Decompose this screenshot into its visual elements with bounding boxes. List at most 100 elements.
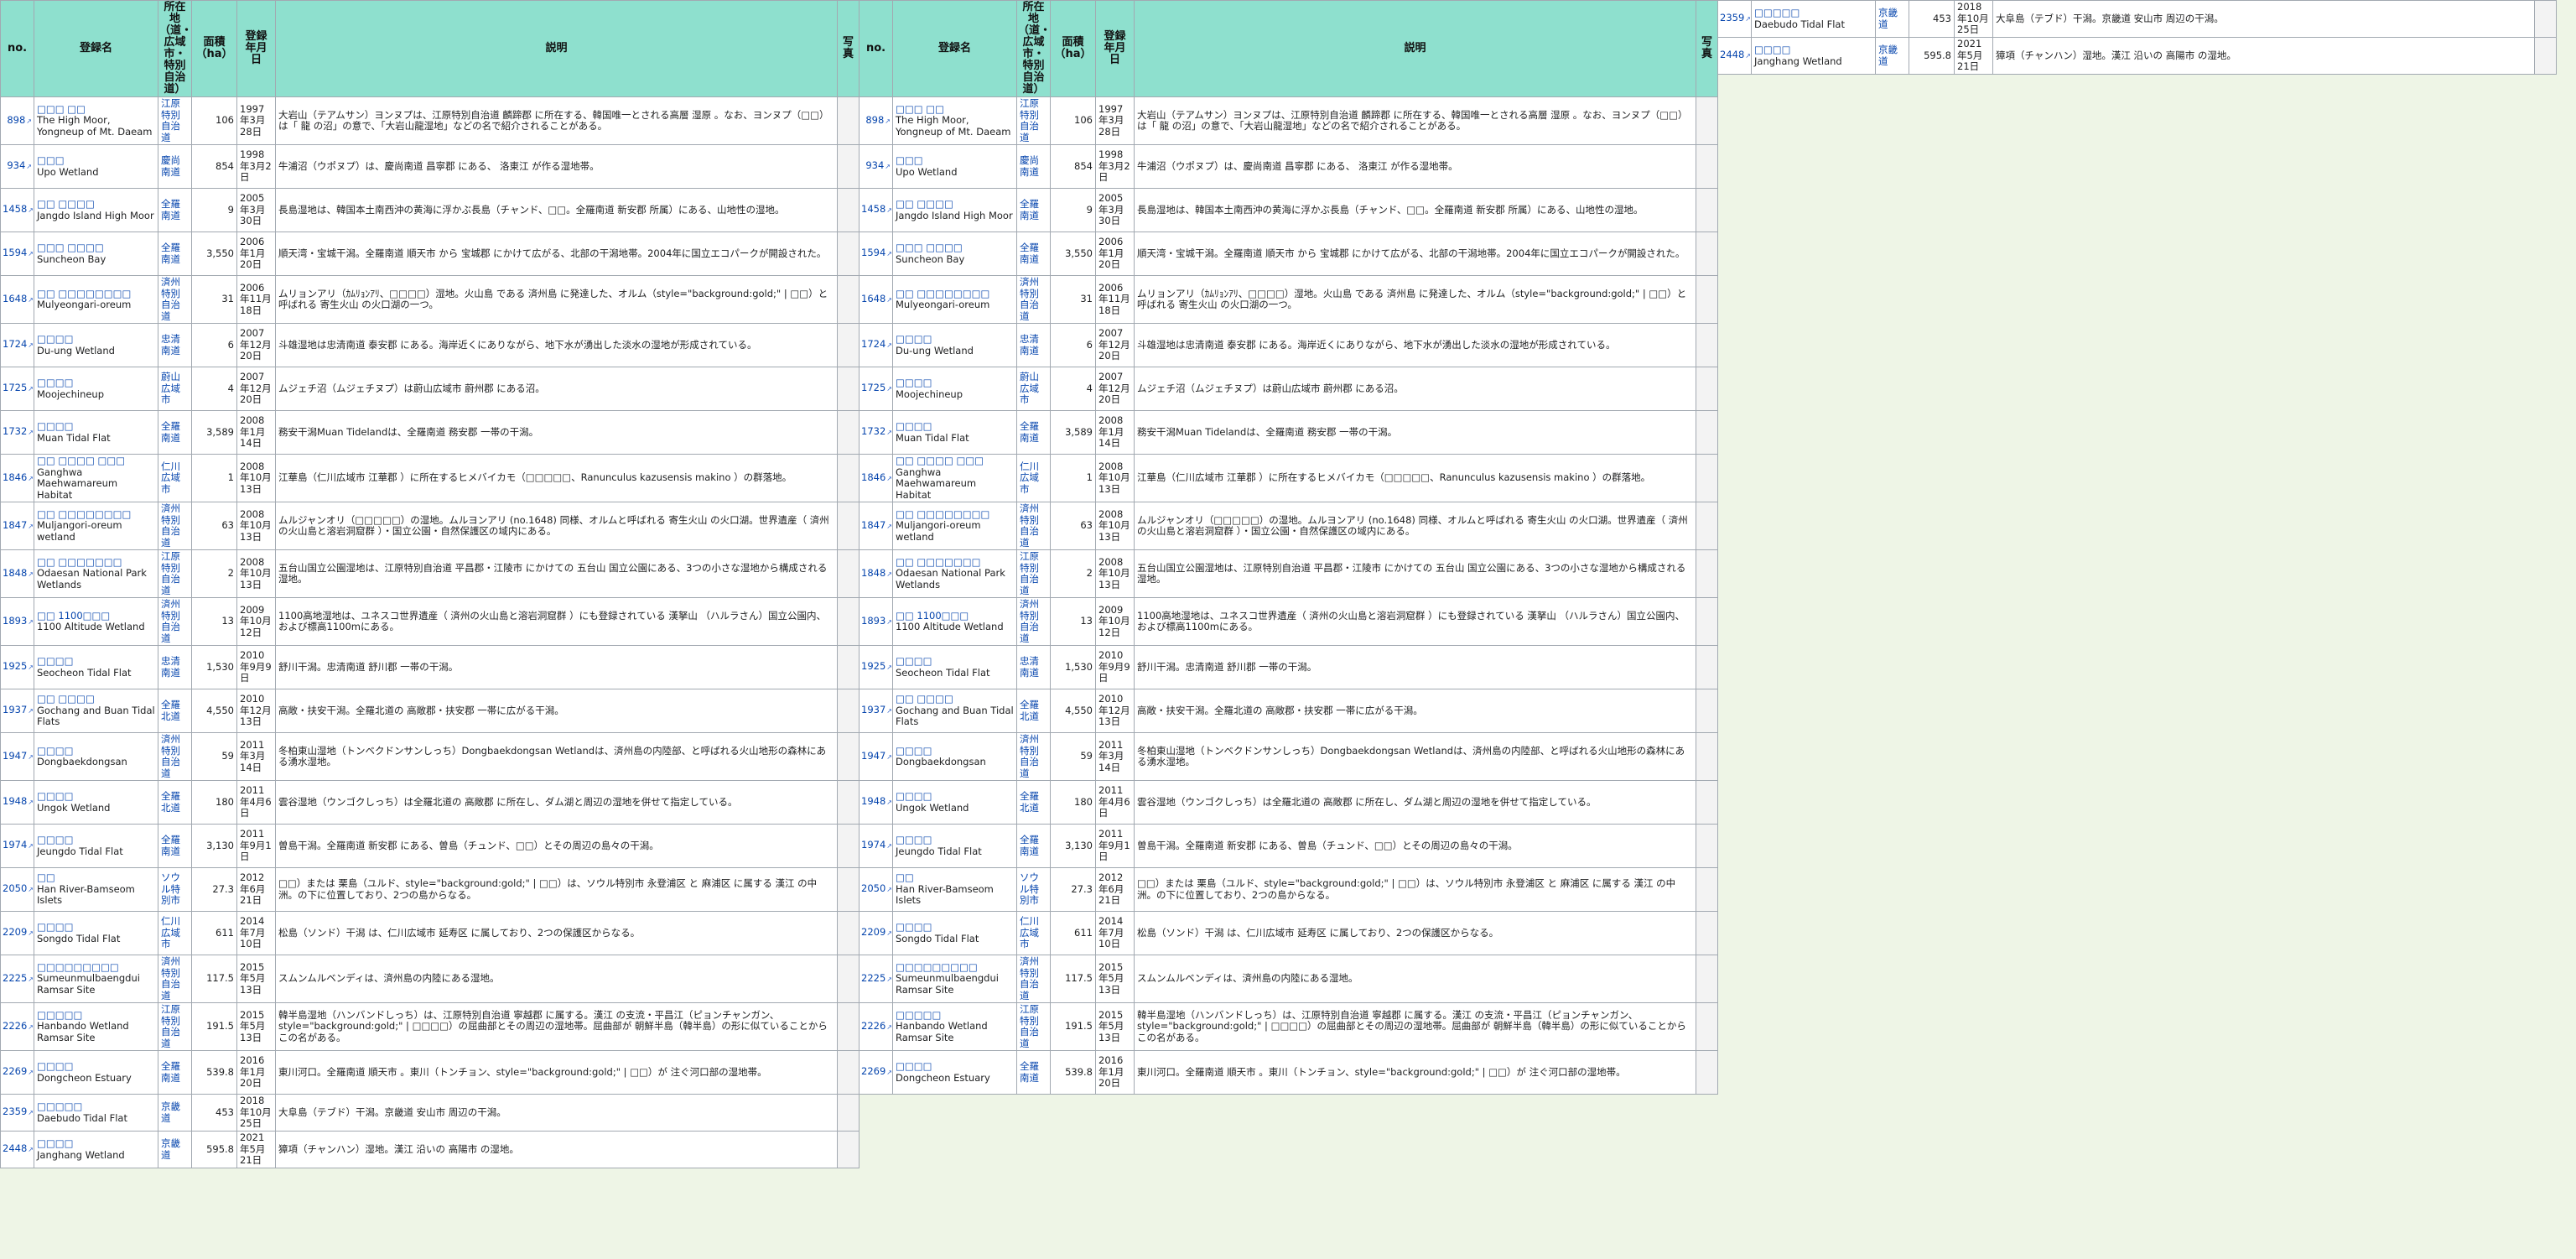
korean-name-link[interactable]: □□ □□□□ [37,694,155,705]
ramsar-site-link[interactable]: 1594 [3,247,34,258]
location-link[interactable]: 全羅南道 [161,242,180,265]
location-link[interactable]: 蔚山広域市 [1020,371,1039,406]
korean-name-link[interactable]: □□□□□ [1754,7,1872,19]
col-date-header[interactable]: 登録 年月日 [236,0,276,97]
korean-name-link[interactable]: □□ □□□□ [896,694,1014,705]
ramsar-site-link[interactable]: 2209 [3,926,34,938]
korean-name-link[interactable]: □□ □□□□□□□□ [37,288,155,300]
location-link[interactable]: 江原特別自治道 [161,98,180,143]
location-link[interactable]: 済州特別自治道 [1020,956,1039,1001]
col-location-header[interactable]: 所在地（道・ 広域 市・ 特別 自治 道） [158,0,192,97]
ramsar-site-link[interactable]: 898 [7,114,32,126]
korean-name-link[interactable]: □□ 1100□□□ [896,610,1014,622]
korean-name-link[interactable]: □□□□ [896,377,1014,389]
ramsar-site-link[interactable]: 1974 [861,839,892,851]
ramsar-site-link[interactable]: 934 [865,159,891,171]
col-no-header[interactable]: no. [859,0,893,97]
ramsar-site-link[interactable]: 1937 [861,704,892,715]
korean-name-link[interactable]: □□□ [896,154,1014,167]
location-link[interactable]: 全羅南道 [1020,420,1039,444]
location-link[interactable]: 忠清南道 [1020,655,1039,679]
korean-name-link[interactable]: □□ □□□□ [37,198,155,211]
col-no-header[interactable]: no. [0,0,34,97]
ramsar-site-link[interactable]: 1893 [3,615,34,627]
korean-name-link[interactable]: □□□□ [37,377,155,389]
ramsar-site-link[interactable]: 1648 [3,293,34,304]
location-link[interactable]: 仁川広域市 [1020,915,1039,950]
ramsar-site-link[interactable]: 1937 [3,704,34,715]
ramsar-site-link[interactable]: 1724 [861,338,892,350]
korean-name-link[interactable]: □□□□□□□□□ [37,961,155,974]
location-link[interactable]: 京畿道 [161,1137,180,1161]
ramsar-site-link[interactable]: 1648 [861,293,892,304]
korean-name-link[interactable]: □□ □□□□□□□□ [37,508,155,521]
location-link[interactable]: 仁川広域市 [1020,460,1039,495]
location-link[interactable]: 済州特別自治道 [161,599,180,644]
ramsar-site-link[interactable]: 2226 [3,1020,34,1032]
korean-name-link[interactable]: □□□□□ [37,1009,155,1022]
korean-name-link[interactable]: □□□□ [37,333,155,346]
ramsar-site-link[interactable]: 1847 [3,519,34,531]
location-link[interactable]: 全羅南道 [161,198,180,221]
ramsar-site-link[interactable]: 1893 [861,615,892,627]
korean-name-link[interactable]: □□□□ [896,745,1014,757]
location-link[interactable]: 済州特別自治道 [1020,277,1039,322]
location-link[interactable]: 仁川広域市 [161,460,180,495]
col-area-header[interactable]: 面積 （ha） [191,0,237,97]
ramsar-site-link[interactable]: 1846 [861,471,892,483]
location-link[interactable]: 済州特別自治道 [161,503,180,549]
korean-name-link[interactable]: □□□ □□□□ [37,242,155,254]
korean-name-link[interactable]: □□□□ [37,655,155,668]
location-link[interactable]: 済州特別自治道 [1020,503,1039,549]
korean-name-link[interactable]: □□ [37,872,155,884]
ramsar-site-link[interactable]: 1947 [861,750,892,762]
location-link[interactable]: 京畿道 [1878,44,1898,67]
location-link[interactable]: 全羅南道 [1020,198,1039,221]
korean-name-link[interactable]: □□□□ [896,333,1014,346]
location-link[interactable]: 全羅北道 [1020,699,1039,722]
location-link[interactable]: 蔚山広域市 [161,371,180,406]
location-link[interactable]: 忠清南道 [1020,333,1039,356]
ramsar-site-link[interactable]: 2050 [861,882,892,894]
korean-name-link[interactable]: □□□□ [37,834,155,846]
korean-name-link[interactable]: □□□□ [896,1060,1014,1073]
ramsar-site-link[interactable]: 2269 [3,1065,34,1077]
location-link[interactable]: 京畿道 [161,1100,180,1124]
location-link[interactable]: 全羅南道 [161,1060,180,1084]
ramsar-site-link[interactable]: 1925 [861,660,892,672]
ramsar-site-link[interactable]: 1848 [861,567,892,579]
location-link[interactable]: 仁川広域市 [161,915,180,950]
korean-name-link[interactable]: □□□□ [896,655,1014,668]
korean-name-link[interactable]: □□□□ [37,790,155,803]
col-location-header[interactable]: 所在地（道・ 広域 市・ 特別 自治 道） [1016,0,1051,97]
ramsar-site-link[interactable]: 2448 [1720,49,1751,60]
location-link[interactable]: 全羅南道 [1020,242,1039,265]
ramsar-site-link[interactable]: 2050 [3,882,34,894]
location-link[interactable]: 江原特別自治道 [161,551,180,596]
korean-name-link[interactable]: □□□ □□□□ [896,242,1014,254]
korean-name-link[interactable]: □□□ [37,154,155,167]
location-link[interactable]: ソウル特別市 [1020,871,1039,907]
ramsar-site-link[interactable]: 1925 [3,660,34,672]
ramsar-site-link[interactable]: 1848 [3,567,34,579]
korean-name-link[interactable]: □□ □□□□□□□ [37,556,155,569]
ramsar-site-link[interactable]: 1458 [861,203,892,215]
ramsar-site-link[interactable]: 934 [7,159,32,171]
location-link[interactable]: 全羅北道 [1020,790,1039,814]
location-link[interactable]: 京畿道 [1878,7,1898,30]
ramsar-site-link[interactable]: 2269 [861,1065,892,1077]
korean-name-link[interactable]: □□□ □□ [896,103,1014,116]
korean-name-link[interactable]: □□□□ [37,745,155,757]
korean-name-link[interactable]: □□□□ [37,1060,155,1073]
ramsar-site-link[interactable]: 1732 [861,425,892,437]
ramsar-site-link[interactable]: 1725 [861,382,892,393]
korean-name-link[interactable]: □□□□ [896,420,1014,433]
korean-name-link[interactable]: □□ □□□□□□□□ [896,508,1014,521]
location-link[interactable]: 全羅南道 [1020,1060,1039,1084]
korean-name-link[interactable]: □□ □□□□ □□□ [896,455,1014,467]
location-link[interactable]: 忠清南道 [161,333,180,356]
korean-name-link[interactable]: □□ □□□□□□□ [896,556,1014,569]
ramsar-site-link[interactable]: 1948 [861,795,892,807]
location-link[interactable]: 忠清南道 [161,655,180,679]
korean-name-link[interactable]: □□ [896,872,1014,884]
